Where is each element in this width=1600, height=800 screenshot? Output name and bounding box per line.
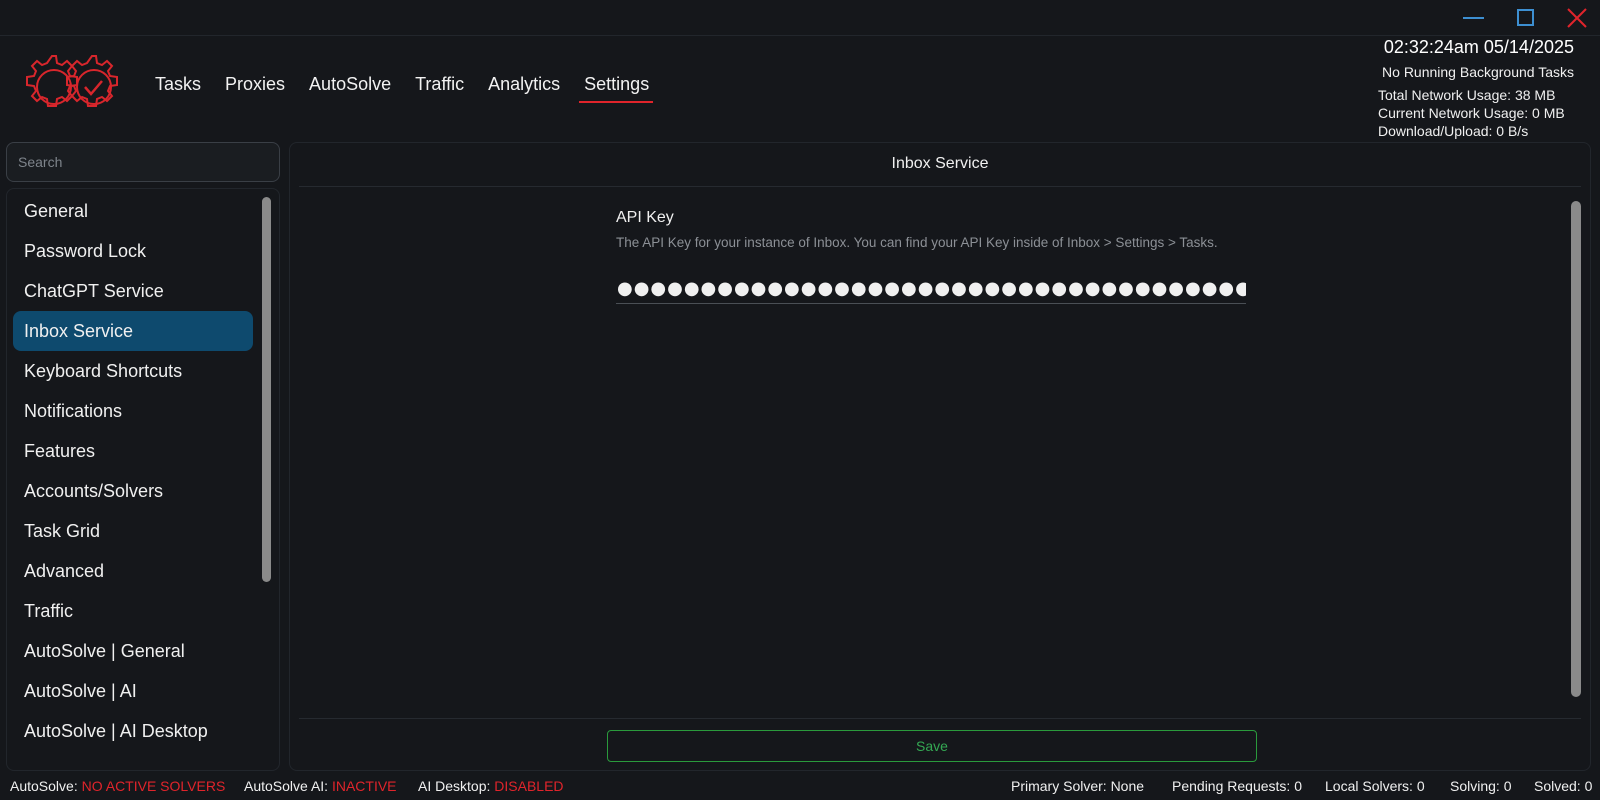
background-tasks-status: No Running Background Tasks [1382, 64, 1574, 80]
sidebar-item-inbox-service[interactable]: Inbox Service [13, 311, 253, 351]
nav-autosolve[interactable]: AutoSolve [309, 74, 391, 101]
current-network-usage: Current Network Usage: 0 MB [1378, 105, 1565, 121]
nav-proxies[interactable]: Proxies [225, 74, 285, 101]
sidebar-item-password-lock[interactable]: Password Lock [13, 231, 253, 271]
sidebar-item-keyboard-shortcuts[interactable]: Keyboard Shortcuts [13, 351, 253, 391]
settings-sidebar: General Password Lock ChatGPT Service In… [6, 188, 280, 771]
divider [299, 186, 1581, 187]
sidebar-item-task-grid[interactable]: Task Grid [13, 511, 253, 551]
local-solvers-status: Local Solvers: 0 [1325, 778, 1425, 794]
pending-requests-status: Pending Requests: 0 [1172, 778, 1302, 794]
minimize-icon[interactable] [1458, 5, 1488, 31]
sidebar-item-traffic[interactable]: Traffic [13, 591, 253, 631]
solved-status: Solved: 0 [1534, 778, 1593, 794]
divider [299, 718, 1581, 719]
gear-check-logo [22, 50, 126, 124]
search-input[interactable] [6, 142, 280, 182]
autosolve-ai-status-value: INACTIVE [331, 778, 397, 794]
clock: 02:32:24am 05/14/2025 [1383, 37, 1574, 57]
ai-desktop-status: AI Desktop: DISABLED [418, 778, 564, 794]
autosolve-status: AutoSolve: NO ACTIVE SOLVERS [10, 778, 225, 794]
settings-panel: Inbox Service API Key The API Key for yo… [289, 142, 1591, 771]
ai-desktop-status-label: AI Desktop: [418, 778, 491, 794]
autosolve-ai-status: AutoSolve AI: INACTIVE [244, 778, 397, 794]
close-icon[interactable] [1562, 5, 1592, 31]
sidebar-item-general[interactable]: General [13, 191, 253, 231]
sidebar-item-features[interactable]: Features [13, 431, 253, 471]
panel-title: Inbox Service [891, 155, 989, 172]
autosolve-ai-status-label: AutoSolve AI: [244, 778, 329, 794]
main-nav: Tasks Proxies AutoSolve Traffic Analytic… [155, 74, 673, 103]
nav-traffic[interactable]: Traffic [415, 74, 464, 101]
sidebar-item-advanced[interactable]: Advanced [13, 551, 253, 591]
title-bar [0, 0, 1600, 36]
download-upload-rate: Download/Upload: 0 B/s [1378, 123, 1529, 139]
api-key-label: API Key [616, 209, 674, 226]
total-network-usage: Total Network Usage: 38 MB [1378, 87, 1556, 103]
panel-scrollbar[interactable] [1571, 201, 1581, 697]
autosolve-status-value: NO ACTIVE SOLVERS [81, 778, 226, 794]
sidebar-item-accounts-solvers[interactable]: Accounts/Solvers [13, 471, 253, 511]
sidebar-item-autosolve-ai[interactable]: AutoSolve | AI [13, 671, 253, 711]
nav-tasks[interactable]: Tasks [155, 74, 201, 101]
api-key-description: The API Key for your instance of Inbox. … [616, 235, 1218, 250]
nav-analytics[interactable]: Analytics [488, 74, 560, 101]
api-key-input[interactable] [616, 274, 1246, 304]
autosolve-status-label: AutoSolve: [10, 778, 78, 794]
save-button[interactable]: Save [607, 730, 1257, 762]
primary-solver-status: Primary Solver: None [1011, 778, 1145, 794]
status-bar: AutoSolve: NO ACTIVE SOLVERS AutoSolve A… [0, 775, 1600, 797]
maximize-icon[interactable] [1510, 5, 1540, 31]
ai-desktop-status-value: DISABLED [494, 778, 564, 794]
sidebar-item-chatgpt-service[interactable]: ChatGPT Service [13, 271, 253, 311]
solving-status: Solving: 0 [1450, 778, 1512, 794]
sidebar-item-autosolve-ai-desktop[interactable]: AutoSolve | AI Desktop [13, 711, 253, 751]
nav-settings[interactable]: Settings [579, 74, 654, 103]
sidebar-item-autosolve-general[interactable]: AutoSolve | General [13, 631, 253, 671]
sidebar-scrollbar[interactable] [262, 197, 271, 582]
sidebar-item-notifications[interactable]: Notifications [13, 391, 253, 431]
